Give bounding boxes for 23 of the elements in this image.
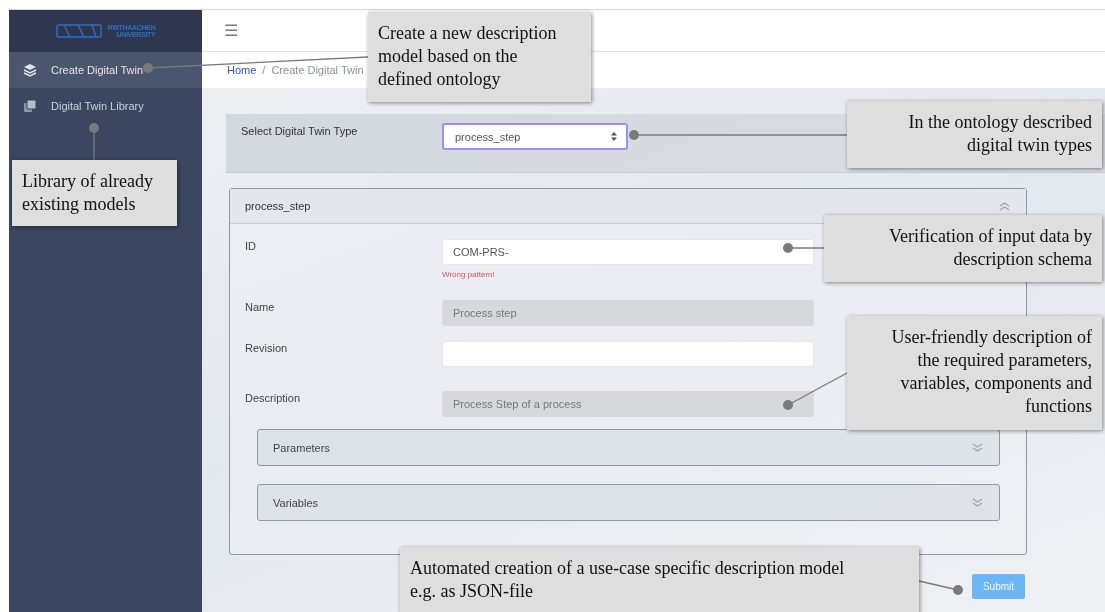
annotation-callout: Verification of input data by description schema	[824, 215, 1102, 282]
accordion-header[interactable]: Parameters	[257, 429, 1000, 466]
field-label: Name	[245, 301, 276, 313]
input-field[interactable]: COM-PRS-	[442, 239, 814, 265]
sidebar-item[interactable]: Create Digital Twin	[9, 52, 202, 88]
annotation-callout: Library of already existing models	[12, 160, 177, 226]
field-label: Revision	[245, 342, 289, 354]
breadcrumb-separator: /	[262, 64, 266, 76]
breadcrumb-link[interactable]: Home	[227, 64, 257, 76]
error-message: Wrong pattern!	[442, 270, 496, 279]
field-label: Description	[245, 392, 302, 404]
field-label: ID	[245, 240, 257, 252]
accordion-header[interactable]: Variables	[257, 484, 1000, 521]
sidebar-item[interactable]: Digital Twin Library	[9, 88, 202, 124]
menu-icon[interactable]: ☰	[224, 22, 238, 39]
annotation-callout: In the ontology described digital twin types	[847, 101, 1102, 168]
annotation-callout: User-friendly description of the required parameters, variables, components and functions	[847, 316, 1102, 430]
type-select[interactable]: process_step	[442, 123, 628, 150]
field-label: Select Digital Twin Type	[241, 125, 359, 137]
breadcrumb-current: Create Digital Twin	[271, 64, 364, 76]
annotation-callout: Automated creation of a use-case specific description model e.g. as JSON-file	[400, 547, 919, 612]
panel-header[interactable]: process_step	[230, 189, 1026, 224]
annotation-callout: Create a new description model based on the defined ontology	[368, 12, 591, 102]
